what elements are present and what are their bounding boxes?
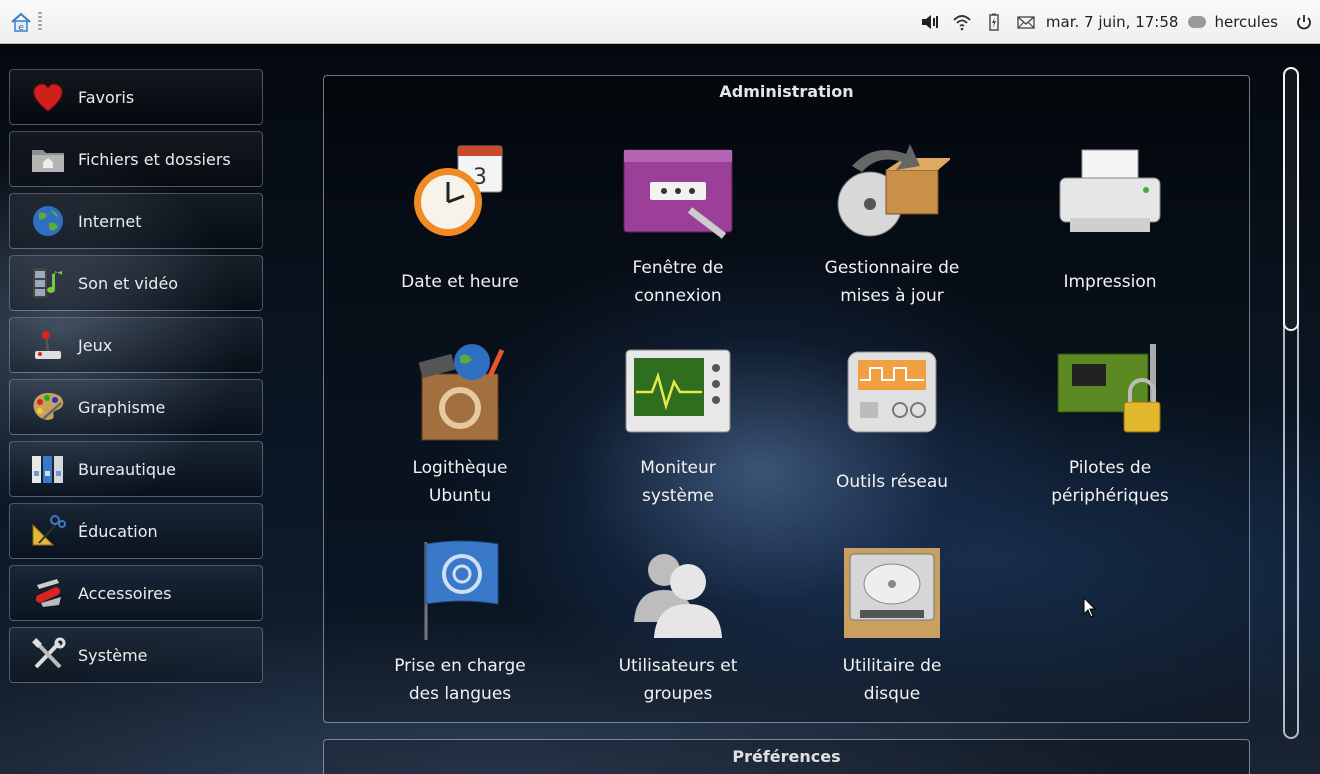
wifi-icon [953, 15, 971, 31]
app-prise-charge-langues[interactable]: Prise en charge des langues [350, 532, 570, 722]
sidebar-item-jeux[interactable]: Jeux [9, 317, 263, 373]
administration-group: Administration 3 Date et heure Fenêtre d… [323, 75, 1250, 723]
system-monitor-icon [618, 334, 738, 446]
sidebar-item-label: Système [78, 645, 148, 665]
mouse-cursor-icon [1083, 597, 1097, 618]
group-title: Administration [719, 82, 854, 101]
app-label: Fenêtre de connexion [632, 258, 724, 306]
app-fenetre-connexion[interactable]: Fenêtre de connexion [568, 134, 788, 324]
sidebar-item-bureautique[interactable]: Bureautique [9, 441, 263, 497]
app-moniteur-systeme[interactable]: Moniteur système [568, 334, 788, 524]
sidebar-item-label: Accessoires [78, 583, 172, 603]
mail-icon [1017, 16, 1035, 29]
sidebar-item-label: Bureautique [78, 459, 176, 479]
device-drivers-icon [1050, 334, 1170, 446]
power-button[interactable] [1294, 0, 1314, 44]
app-outils-reseau[interactable]: Outils réseau [782, 334, 1002, 524]
globe-icon [28, 203, 68, 239]
power-icon [1297, 15, 1311, 30]
app-label: Gestionnaire de mises à jour [824, 258, 960, 306]
volume-button[interactable] [920, 0, 940, 44]
home-button[interactable]: e [6, 8, 36, 36]
home-icon: e [11, 12, 31, 33]
sidebar-item-fichiers[interactable]: Fichiers et dossiers [9, 131, 263, 187]
app-label: Outils réseau [835, 472, 949, 492]
heart-icon [28, 79, 68, 115]
palette-icon [28, 389, 68, 425]
sidebar-item-label: Graphisme [78, 397, 166, 417]
clock-calendar-icon: 3 [400, 134, 520, 246]
volume-icon [921, 15, 938, 29]
swiss-knife-icon [28, 575, 68, 611]
education-tools-icon [28, 513, 68, 549]
panel-grip [38, 12, 42, 32]
group-title: Préférences [732, 747, 841, 766]
sidebar-item-accessoires[interactable]: Accessoires [9, 565, 263, 621]
category-sidebar: Favoris Fichiers et dossiers Internet So… [9, 69, 263, 689]
update-manager-icon [832, 134, 952, 246]
language-flag-icon [400, 532, 520, 644]
mail-button[interactable] [1016, 0, 1036, 44]
app-label: Utilisateurs et groupes [618, 656, 738, 704]
app-label: Impression [1063, 272, 1157, 292]
system-tray: mar. 7 juin, 17:58 hercules [914, 0, 1320, 44]
user-menu[interactable]: hercules [1188, 13, 1278, 31]
clock[interactable]: mar. 7 juin, 17:58 [1046, 13, 1179, 31]
login-window-icon [618, 134, 738, 246]
app-label: Moniteur système [640, 458, 716, 506]
battery-icon [989, 13, 999, 31]
software-center-icon [400, 334, 520, 446]
disk-utility-icon [832, 532, 952, 644]
tools-icon [28, 637, 68, 673]
network-tools-icon [832, 334, 952, 446]
sidebar-item-systeme[interactable]: Système [9, 627, 263, 683]
app-label: Date et heure [401, 272, 519, 292]
music-video-icon [28, 265, 68, 301]
sidebar-item-label: Jeux [78, 335, 113, 355]
sidebar-item-label: Fichiers et dossiers [78, 149, 231, 169]
sidebar-item-label: Son et vidéo [78, 273, 179, 293]
svg-text:e: e [18, 23, 24, 33]
app-date-heure[interactable]: 3 Date et heure [350, 134, 570, 324]
app-utilisateurs-groupes[interactable]: Utilisateurs et groupes [568, 532, 788, 722]
top-panel: e mar. 7 juin, 17:58 hercules [0, 0, 1320, 44]
sidebar-item-son-video[interactable]: Son et vidéo [9, 255, 263, 311]
app-gestionnaire-mises-a-jour[interactable]: Gestionnaire de mises à jour [782, 134, 1002, 324]
users-groups-icon [618, 532, 738, 644]
app-label: Logithèque Ubuntu [412, 458, 508, 506]
app-label: Prise en charge des langues [394, 656, 526, 704]
folder-icon [28, 141, 68, 177]
sidebar-item-internet[interactable]: Internet [9, 193, 263, 249]
joystick-icon [28, 327, 68, 363]
sidebar-item-label: Internet [78, 211, 142, 231]
sidebar-item-label: Éducation [78, 521, 158, 541]
scrollbar-thumb[interactable] [1283, 67, 1299, 331]
sidebar-item-education[interactable]: Éducation [9, 503, 263, 559]
chat-status-icon [1188, 16, 1207, 28]
user-name: hercules [1214, 13, 1278, 31]
wifi-button[interactable] [952, 0, 972, 44]
battery-button[interactable] [984, 0, 1004, 44]
sidebar-item-label: Favoris [78, 87, 135, 107]
sidebar-item-graphisme[interactable]: Graphisme [9, 379, 263, 435]
app-label: Pilotes de périphériques [1051, 458, 1169, 506]
office-binders-icon [28, 451, 68, 487]
app-pilotes-peripheriques[interactable]: Pilotes de périphériques [1000, 334, 1220, 524]
preferences-group: Préférences [323, 739, 1250, 774]
app-label: Utilitaire de disque [842, 656, 942, 704]
printer-icon [1050, 134, 1170, 246]
app-utilitaire-disque[interactable]: Utilitaire de disque [782, 532, 1002, 722]
sidebar-item-favoris[interactable]: Favoris [9, 69, 263, 125]
app-logitheque-ubuntu[interactable]: Logithèque Ubuntu [350, 334, 570, 524]
app-impression[interactable]: Impression [1000, 134, 1220, 324]
